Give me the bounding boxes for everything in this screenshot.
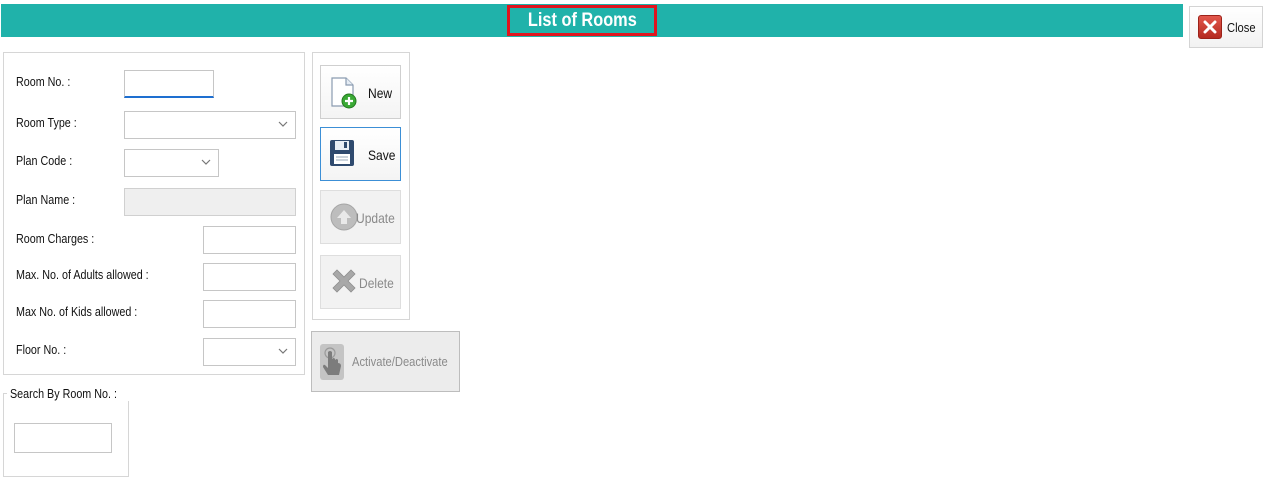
delete-x-icon bbox=[329, 267, 359, 300]
plan-code-select[interactable] bbox=[124, 149, 219, 177]
activate-deactivate-label: Activate/Deactivate bbox=[352, 354, 448, 369]
save-button-label: Save bbox=[368, 147, 396, 163]
search-by-room-group: Search By Room No. : bbox=[3, 387, 138, 477]
action-buttons-panel: New Save Update Delete bbox=[312, 52, 410, 320]
plan-name-field bbox=[124, 188, 296, 216]
new-button[interactable]: New bbox=[320, 65, 401, 119]
search-room-input[interactable] bbox=[14, 423, 112, 453]
update-button[interactable]: Update bbox=[320, 190, 401, 244]
room-no-input[interactable] bbox=[124, 70, 214, 98]
chevron-down-icon bbox=[201, 159, 211, 165]
room-form-panel: Room No. : Room Type : Plan Code : Plan … bbox=[3, 52, 305, 375]
chevron-down-icon bbox=[278, 121, 288, 127]
delete-button[interactable]: Delete bbox=[320, 255, 401, 309]
room-type-label: Room Type : bbox=[16, 116, 77, 130]
new-document-icon bbox=[329, 77, 359, 112]
room-no-label: Room No. : bbox=[16, 75, 71, 89]
activate-deactivate-button[interactable]: Activate/Deactivate bbox=[311, 331, 460, 392]
close-x-icon bbox=[1198, 15, 1222, 39]
max-adults-input[interactable] bbox=[203, 263, 296, 291]
new-button-label: New bbox=[368, 85, 393, 101]
room-charges-input[interactable] bbox=[203, 226, 296, 254]
title-bar: List of Rooms bbox=[1, 4, 1183, 37]
page-title: List of Rooms bbox=[527, 9, 637, 31]
close-button[interactable]: Close bbox=[1189, 6, 1263, 48]
page-title-box: List of Rooms bbox=[507, 5, 657, 36]
max-adults-label: Max. No. of Adults allowed : bbox=[16, 268, 149, 282]
room-charges-label: Room Charges : bbox=[16, 232, 95, 246]
close-button-label: Close bbox=[1227, 19, 1256, 35]
plan-name-label: Plan Name : bbox=[16, 193, 76, 207]
delete-button-label: Delete bbox=[359, 275, 394, 291]
hand-pointer-icon bbox=[318, 342, 346, 385]
save-button[interactable]: Save bbox=[320, 127, 401, 181]
chevron-down-icon bbox=[278, 348, 288, 354]
up-arrow-circle-icon bbox=[329, 202, 359, 235]
max-kids-input[interactable] bbox=[203, 300, 296, 328]
floor-no-select[interactable] bbox=[203, 338, 296, 366]
update-button-label: Update bbox=[356, 210, 395, 226]
floor-no-label: Floor No. : bbox=[16, 343, 67, 357]
max-kids-label: Max No. of Kids allowed : bbox=[16, 305, 138, 319]
search-by-room-legend: Search By Room No. : bbox=[7, 387, 138, 401]
plan-code-label: Plan Code : bbox=[16, 154, 73, 168]
room-type-select[interactable] bbox=[124, 111, 296, 139]
floppy-disk-icon bbox=[329, 139, 357, 172]
